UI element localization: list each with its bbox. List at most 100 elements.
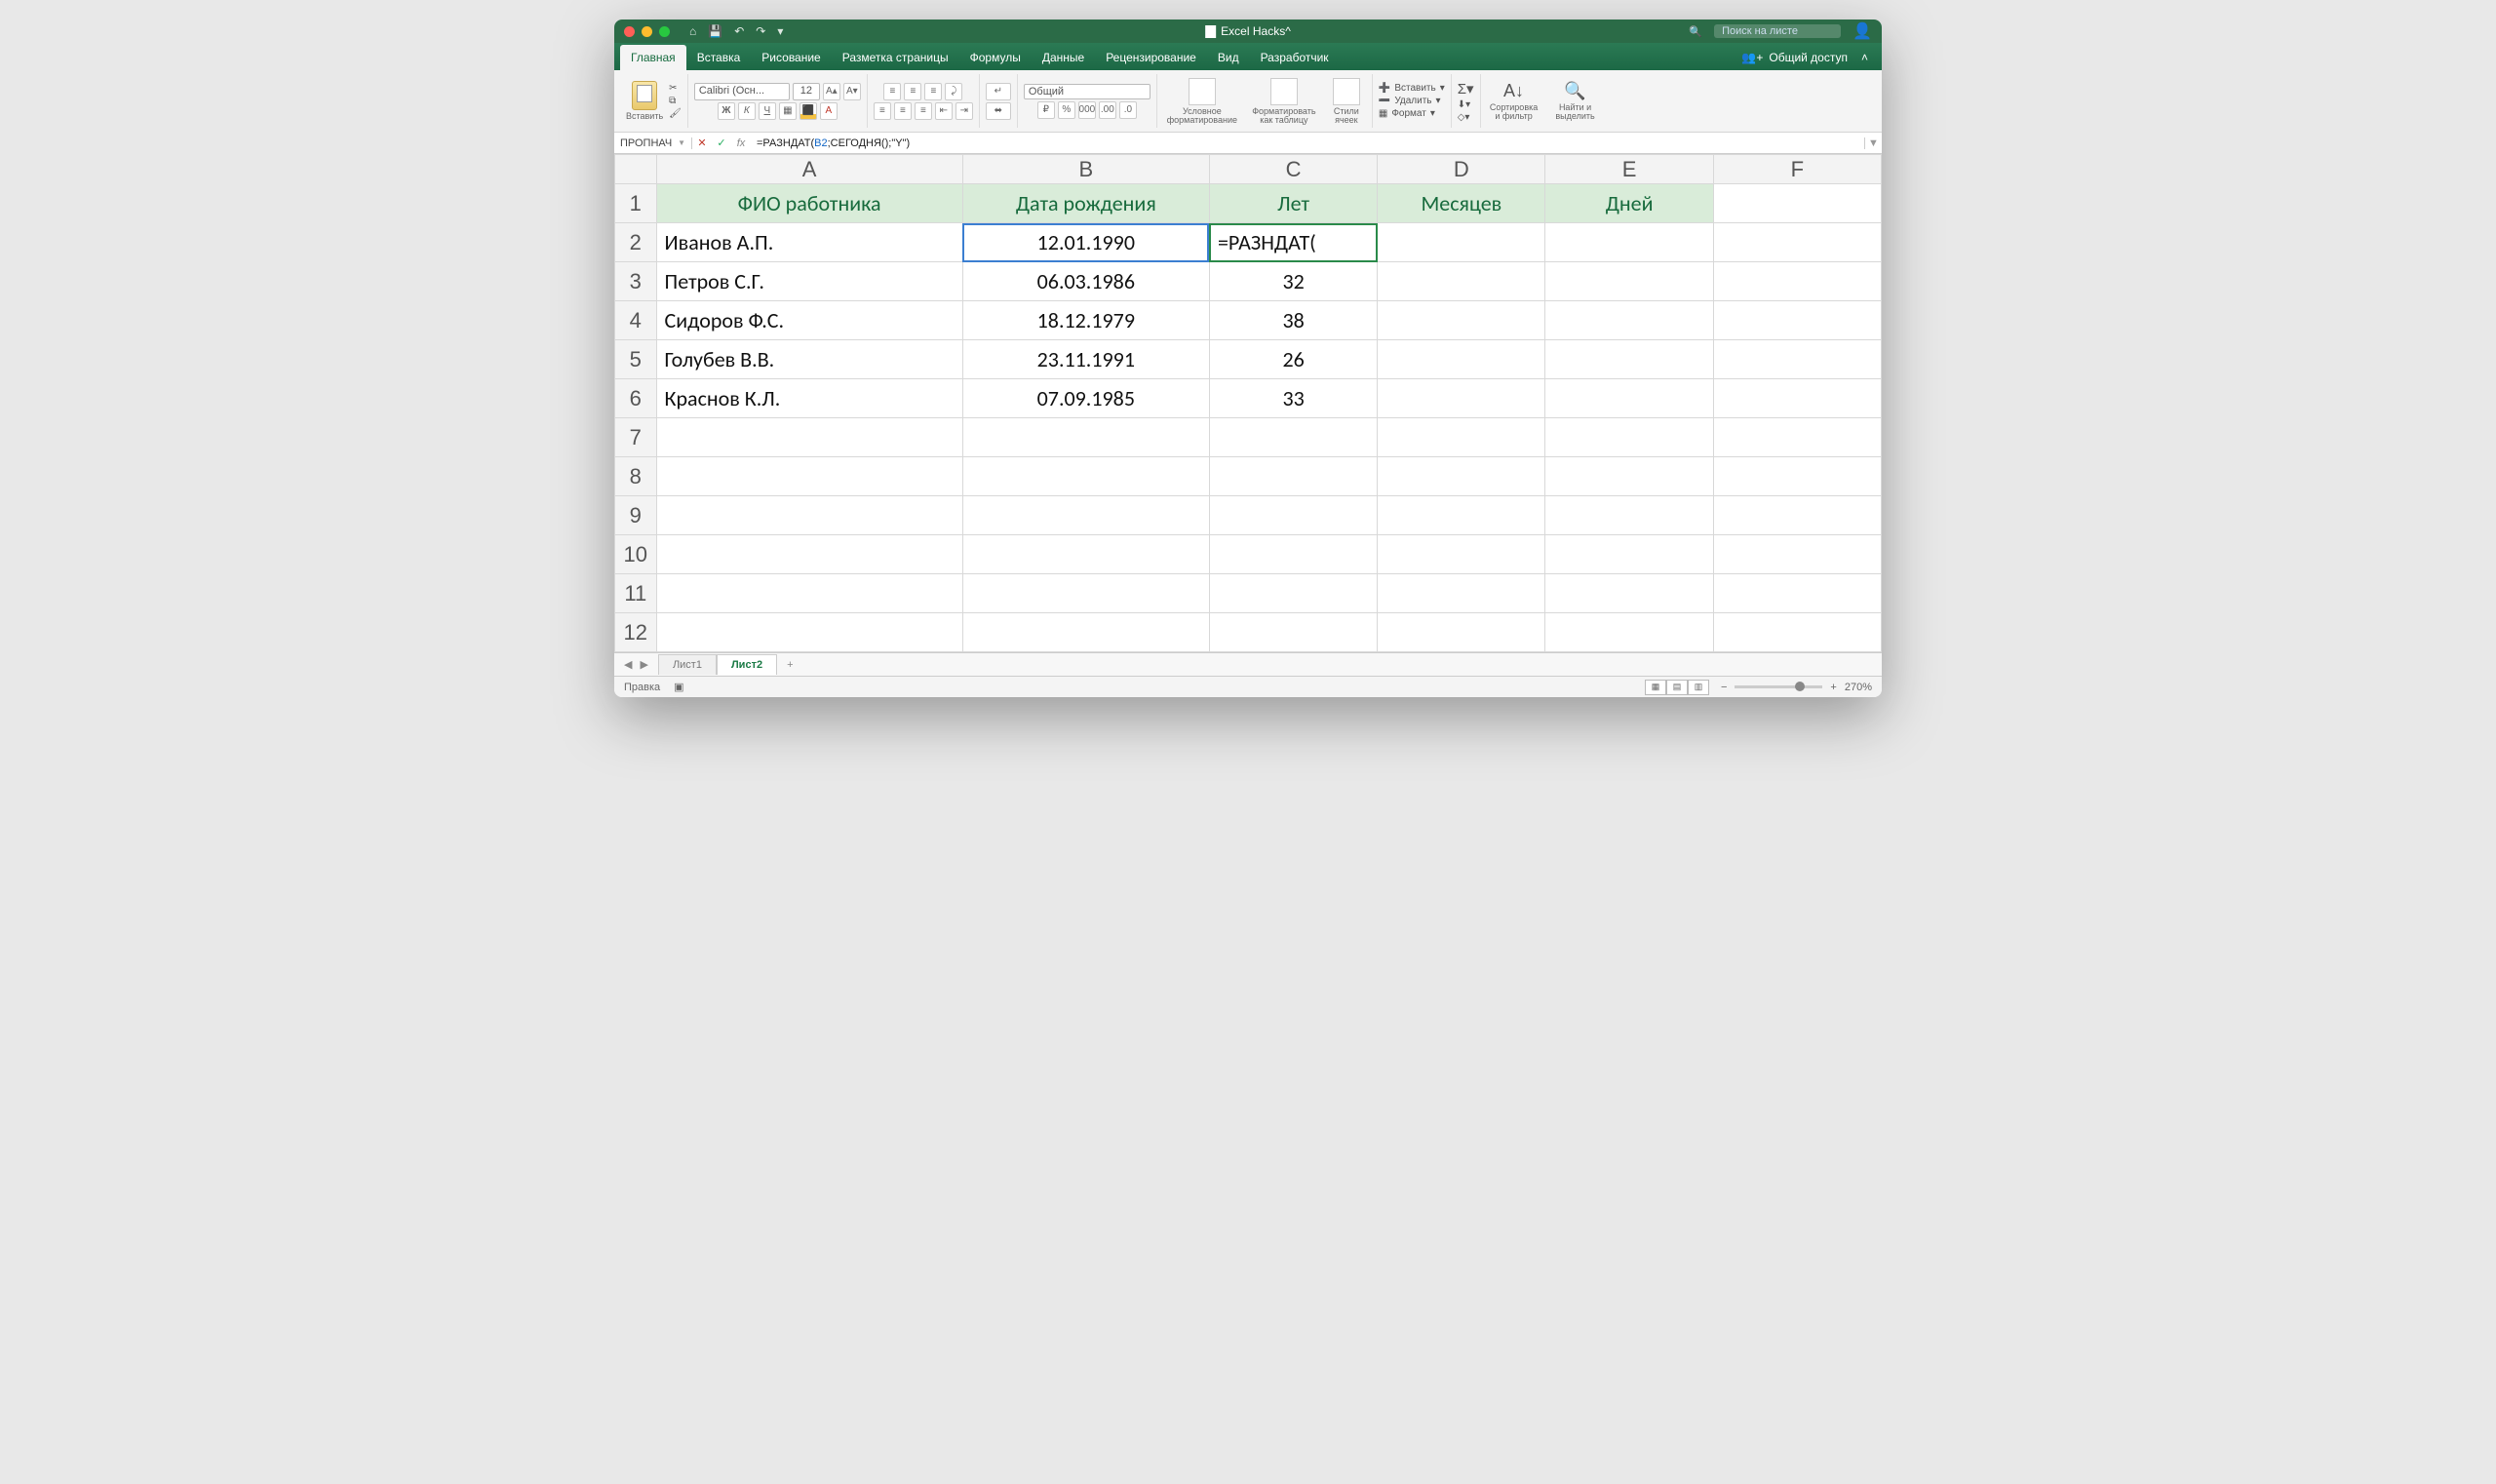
cell-F5[interactable] — [1713, 340, 1881, 379]
row-header-9[interactable]: 9 — [615, 496, 657, 535]
cell-B4[interactable]: 18.12.1979 — [962, 301, 1209, 340]
align-middle-icon[interactable]: ≡ — [904, 83, 921, 100]
border-button[interactable]: ▦ — [779, 102, 797, 120]
zoom-out-button[interactable]: − — [1721, 682, 1727, 693]
cell-C8[interactable] — [1209, 457, 1377, 496]
row-header-1[interactable]: 1 — [615, 184, 657, 223]
cell-A7[interactable] — [656, 418, 962, 457]
tab-developer[interactable]: Разработчик — [1250, 45, 1340, 70]
row-header-8[interactable]: 8 — [615, 457, 657, 496]
paste-button[interactable]: Вставить — [626, 81, 663, 121]
share-button[interactable]: 👥+ Общий доступ ˄ — [1728, 45, 1882, 70]
cell-D2[interactable] — [1378, 223, 1545, 262]
cell-A3[interactable]: Петров С.Г. — [656, 262, 962, 301]
fill-icon[interactable]: ⬇▾ — [1458, 99, 1474, 110]
delete-cells-button[interactable]: ➖Удалить ▾ — [1379, 96, 1445, 106]
cut-icon[interactable]: ✂ — [669, 83, 682, 94]
col-header-A[interactable]: A — [656, 155, 962, 184]
number-format-select[interactable]: Общий — [1024, 84, 1150, 99]
cell-C1[interactable]: Лет — [1209, 184, 1377, 223]
cell-D1[interactable]: Месяцев — [1378, 184, 1545, 223]
cell-A9[interactable] — [656, 496, 962, 535]
worksheet-grid[interactable]: A B C D E F 1 ФИО работника Дата рождени… — [614, 154, 1882, 652]
format-as-table-button[interactable]: Форматировать как таблицу — [1249, 78, 1319, 125]
row-header-5[interactable]: 5 — [615, 340, 657, 379]
cell-C11[interactable] — [1209, 574, 1377, 613]
search-input[interactable]: Поиск на листе — [1714, 24, 1841, 38]
view-page-layout-button[interactable]: ▤ — [1666, 680, 1688, 695]
cell-F4[interactable] — [1713, 301, 1881, 340]
col-header-D[interactable]: D — [1378, 155, 1545, 184]
cell-E12[interactable] — [1545, 613, 1713, 652]
cell-C12[interactable] — [1209, 613, 1377, 652]
col-header-C[interactable]: C — [1209, 155, 1377, 184]
tab-review[interactable]: Рецензирование — [1095, 45, 1207, 70]
align-top-icon[interactable]: ≡ — [883, 83, 901, 100]
cell-E6[interactable] — [1545, 379, 1713, 418]
cell-B12[interactable] — [962, 613, 1209, 652]
sort-filter-button[interactable]: A↓ Сортировка и фильтр — [1487, 81, 1541, 121]
redo-icon[interactable]: ↷ — [756, 24, 765, 38]
align-bottom-icon[interactable]: ≡ — [924, 83, 942, 100]
cell-A12[interactable] — [656, 613, 962, 652]
macro-record-icon[interactable]: ▣ — [674, 681, 683, 693]
cell-C6[interactable]: 33 — [1209, 379, 1377, 418]
format-cells-button[interactable]: ▦Формат ▾ — [1379, 108, 1445, 119]
row-header-4[interactable]: 4 — [615, 301, 657, 340]
currency-icon[interactable]: ₽ — [1037, 101, 1055, 119]
cell-D10[interactable] — [1378, 535, 1545, 574]
tab-home[interactable]: Главная — [620, 45, 686, 70]
cell-B5[interactable]: 23.11.1991 — [962, 340, 1209, 379]
cell-E5[interactable] — [1545, 340, 1713, 379]
cell-D9[interactable] — [1378, 496, 1545, 535]
italic-button[interactable]: К — [738, 102, 756, 120]
cell-B2[interactable]: 12.01.1990 — [962, 223, 1209, 262]
home-icon[interactable]: ⌂ — [689, 24, 696, 38]
tab-insert[interactable]: Вставка — [686, 45, 752, 70]
format-painter-icon[interactable]: 🖌 — [669, 108, 682, 119]
close-window-button[interactable] — [624, 26, 635, 37]
cell-B1[interactable]: Дата рождения — [962, 184, 1209, 223]
bold-button[interactable]: Ж — [718, 102, 735, 120]
cell-E10[interactable] — [1545, 535, 1713, 574]
cell-F3[interactable] — [1713, 262, 1881, 301]
col-header-B[interactable]: B — [962, 155, 1209, 184]
orientation-icon[interactable]: ⤸ — [945, 83, 962, 100]
expand-formula-bar-icon[interactable]: ▼ — [1864, 137, 1882, 149]
view-normal-button[interactable]: ▦ — [1645, 680, 1666, 695]
indent-increase-icon[interactable]: ⇥ — [956, 102, 973, 120]
cell-B9[interactable] — [962, 496, 1209, 535]
cell-F9[interactable] — [1713, 496, 1881, 535]
tab-data[interactable]: Данные — [1032, 45, 1095, 70]
conditional-formatting-button[interactable]: Условное форматирование — [1163, 78, 1241, 125]
cell-F12[interactable] — [1713, 613, 1881, 652]
row-header-12[interactable]: 12 — [615, 613, 657, 652]
percent-icon[interactable]: % — [1058, 101, 1075, 119]
cell-C3[interactable]: 32 — [1209, 262, 1377, 301]
indent-decrease-icon[interactable]: ⇤ — [935, 102, 953, 120]
add-sheet-button[interactable]: + — [777, 655, 802, 675]
undo-icon[interactable]: ↶ — [734, 24, 744, 38]
cell-E2[interactable] — [1545, 223, 1713, 262]
increase-decimal-icon[interactable]: .00 — [1099, 101, 1116, 119]
cell-B11[interactable] — [962, 574, 1209, 613]
zoom-window-button[interactable] — [659, 26, 670, 37]
cell-A10[interactable] — [656, 535, 962, 574]
row-header-7[interactable]: 7 — [615, 418, 657, 457]
decrease-font-icon[interactable]: A▾ — [843, 83, 861, 100]
cell-C2[interactable]: =РАЗНДАТ( — [1209, 223, 1377, 262]
decrease-decimal-icon[interactable]: .0 — [1119, 101, 1137, 119]
increase-font-icon[interactable]: A▴ — [823, 83, 840, 100]
row-header-3[interactable]: 3 — [615, 262, 657, 301]
cell-E3[interactable] — [1545, 262, 1713, 301]
cell-D5[interactable] — [1378, 340, 1545, 379]
font-name-select[interactable]: Calibri (Осн... — [694, 83, 790, 100]
sheet-next-icon[interactable]: ▶ — [636, 658, 651, 671]
fill-color-button[interactable]: ⬛ — [800, 102, 817, 120]
view-page-break-button[interactable]: ▥ — [1688, 680, 1709, 695]
cell-A4[interactable]: Сидоров Ф.С. — [656, 301, 962, 340]
find-select-button[interactable]: 🔍 Найти и выделить — [1551, 81, 1600, 121]
cell-F11[interactable] — [1713, 574, 1881, 613]
cell-E1[interactable]: Дней — [1545, 184, 1713, 223]
cell-F7[interactable] — [1713, 418, 1881, 457]
